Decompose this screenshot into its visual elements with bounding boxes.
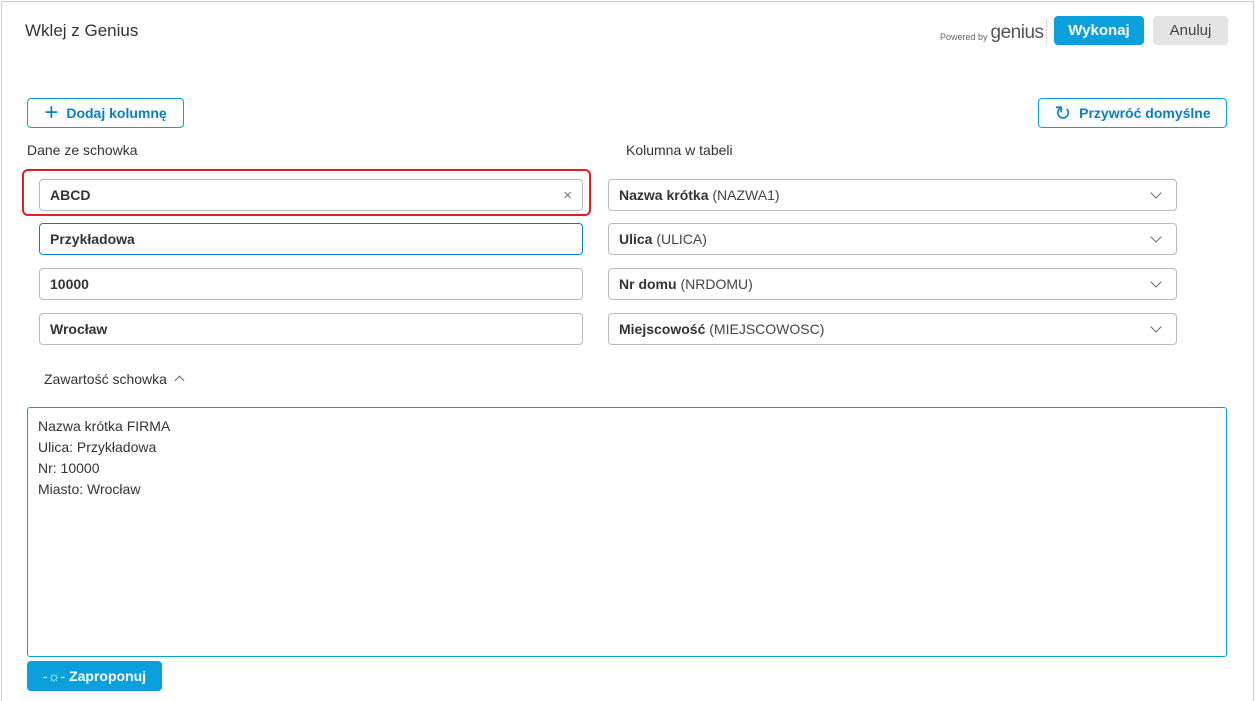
chevron-down-icon	[1150, 320, 1162, 333]
chevron-down-icon	[1150, 275, 1162, 288]
column-code: (NRDOMU)	[680, 276, 753, 292]
brand-text: genius	[990, 22, 1045, 43]
column-name: Nr domu	[619, 276, 677, 292]
chevron-down-icon	[1150, 230, 1162, 243]
suggest-button[interactable]: -☼- Zaproponuj	[27, 661, 162, 691]
clipboard-content[interactable]: Nazwa krótka FIRMA Ulica: Przykładowa Nr…	[27, 407, 1227, 657]
chevron-up-icon	[174, 375, 185, 386]
add-column-label: Dodaj kolumnę	[66, 105, 167, 121]
column-code: (ULICA)	[656, 231, 707, 247]
value-input-3[interactable]: 10000	[39, 268, 583, 300]
value-text: ABCD	[50, 187, 91, 203]
clipboard-data-header: Dane ze schowka	[27, 142, 138, 158]
chevron-down-icon	[1150, 186, 1162, 199]
clipboard-label: Zawartość schowka	[44, 371, 167, 387]
clear-icon[interactable]: ×	[563, 187, 572, 204]
powered-by-text: Powered by	[940, 32, 988, 42]
column-code: (MIEJSCOWOSC)	[709, 321, 825, 337]
column-name: Ulica	[619, 231, 653, 247]
column-code: (NAZWA1)	[712, 187, 780, 203]
clipboard-toggle[interactable]: Zawartość schowka	[44, 371, 185, 387]
refresh-icon: ↻	[1054, 102, 1072, 125]
column-select-1[interactable]: Nazwa krótka (NAZWA1)	[608, 179, 1177, 211]
value-input-4[interactable]: Wrocław	[39, 313, 583, 345]
cancel-button[interactable]: Anuluj	[1153, 16, 1228, 45]
genius-logo: Powered by genius	[940, 22, 1044, 44]
suggest-label: Zaproponuj	[69, 668, 147, 684]
restore-defaults-label: Przywróć domyślne	[1079, 105, 1211, 121]
column-name: Miejscowość	[619, 321, 706, 337]
dialog-title: Wklej z Genius	[25, 21, 139, 40]
value-text: Przykładowa	[50, 231, 135, 247]
column-select-3[interactable]: Nr domu (NRDOMU)	[608, 268, 1177, 300]
column-select-2[interactable]: Ulica (ULICA)	[608, 223, 1177, 255]
execute-button[interactable]: Wykonaj	[1054, 16, 1144, 45]
table-column-header: Kolumna w tabeli	[626, 142, 733, 158]
add-column-button[interactable]: + Dodaj kolumnę	[27, 98, 184, 128]
value-text: Wrocław	[50, 321, 108, 337]
column-select-4[interactable]: Miejscowość (MIEJSCOWOSC)	[608, 313, 1177, 345]
column-name: Nazwa krótka	[619, 187, 709, 203]
lightbulb-icon: -☼-	[42, 668, 66, 684]
restore-defaults-button[interactable]: ↻ Przywróć domyślne	[1038, 98, 1227, 128]
value-text: 10000	[50, 276, 89, 292]
plus-icon: +	[44, 99, 59, 126]
divider	[1046, 18, 1047, 44]
value-input-2[interactable]: Przykładowa	[39, 223, 583, 255]
value-input-1[interactable]: ABCD ×	[39, 179, 583, 211]
